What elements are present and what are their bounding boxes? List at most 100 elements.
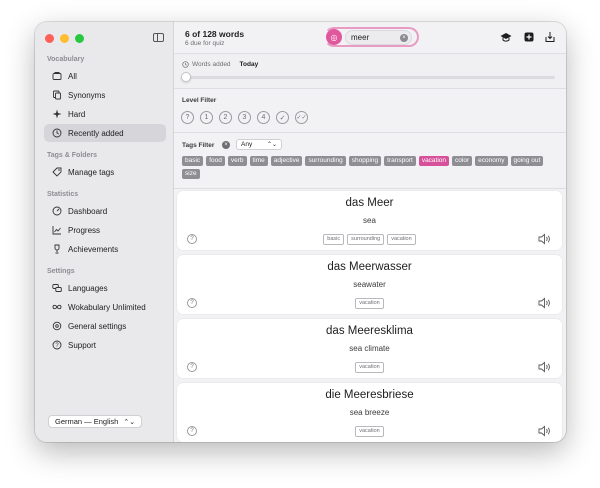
language-pair-value: German — English [55,417,119,426]
search-field[interactable]: × [345,30,412,45]
tag-filter-chip[interactable]: transport [384,156,416,166]
speech-bubbles-icon [52,283,62,293]
window-controls [45,34,84,43]
card-word: das Meeresklima [326,325,413,337]
tag-filter-chip[interactable]: surrounding [305,156,346,166]
tag-filter-chip[interactable]: size [182,169,200,179]
zoom-window-button[interactable] [75,34,84,43]
speaker-icon[interactable] [538,232,552,245]
tag-filter-chip[interactable]: food [206,156,225,166]
word-list: das Meer sea? basic surrounding vacation das … [174,189,566,442]
words-added-slider-track[interactable] [185,76,555,79]
level-2-icon[interactable]: 2 [219,111,232,124]
tag-filter-chip[interactable]: vacation [418,156,450,166]
sidebar-item-label: Manage tags [68,167,115,177]
section-tags-folders: Tags & Folders [47,152,98,159]
sidebar-item-manage-tags[interactable]: Manage tags [44,163,166,181]
card-tags: vacation [177,298,562,309]
card-word: das Meerwasser [327,261,412,273]
app-window: Vocabulary All Synonyms Hard Recently ad… [35,22,566,442]
trophy-icon [52,244,62,254]
toolbar: 6 of 128 words 6 due for quiz ◎ × [174,22,566,54]
plus-square-icon [524,32,534,42]
quiz-button[interactable] [500,31,512,43]
word-card[interactable]: das Meer sea? basic surrounding vacation [177,191,562,250]
card-word: das Meer [345,197,394,209]
level-4-icon[interactable]: 4 [257,111,270,124]
chevron-updown-icon: ⌃⌄ [266,142,277,148]
words-added-slider-knob[interactable] [181,72,191,82]
words-added-title: Words added [192,61,231,68]
sparkle-icon [52,109,62,119]
card-tags: vacation [177,426,562,437]
tags-mode-select[interactable]: Any ⌃⌄ [236,139,282,150]
sidebar-item-hard[interactable]: Hard [44,105,166,123]
level-filter: Level Filter ? 1 2 3 4 ✓ ✓✓ [174,89,566,133]
card-tag: vacation [355,298,384,309]
words-added-label: Words added Today [182,61,258,68]
sidebar-item-languages[interactable]: Languages [44,279,166,297]
level-3-icon[interactable]: 3 [238,111,251,124]
sidebar-item-general-settings[interactable]: General settings [44,317,166,335]
level-checkmark-icon[interactable]: ✓ [276,111,289,124]
sidebar-item-progress[interactable]: Progress [44,221,166,239]
sidebar-item-support[interactable]: ? Support [44,336,166,354]
word-card[interactable]: das Meeresklima sea climate? vacation [177,319,562,378]
tag-filter-chip[interactable]: economy [475,156,508,166]
sidebar-item-achievements[interactable]: Achievements [44,240,166,258]
question-circle-icon: ? [52,340,62,350]
speaker-icon[interactable] [538,360,552,373]
sidebar-item-wokabulary-unlimited[interactable]: Wokabulary Unlimited [44,298,166,316]
tag-filter-chip[interactable]: going out [510,156,544,166]
level-1-icon[interactable]: 1 [200,111,213,124]
tag-filter-chip[interactable]: time [249,156,268,166]
tags-filter-label: Tags Filter [182,142,215,149]
cards-icon [52,71,62,81]
tag-filter-chip[interactable]: color [452,156,473,166]
chevron-updown-icon: ⌃⌄ [123,418,136,426]
level-double-check-icon[interactable]: ✓✓ [295,111,308,124]
tag-filter-chip[interactable]: verb [227,156,247,166]
minimize-window-button[interactable] [60,34,69,43]
level-unknown-icon[interactable]: ? [181,111,194,124]
words-added-value: Today [239,61,259,68]
sidebar-toggle-icon[interactable] [153,33,164,42]
tag-filter-chip[interactable]: basic [182,156,204,166]
import-button[interactable] [544,31,556,43]
search-input[interactable] [351,33,399,42]
card-translation: sea climate [349,344,390,353]
add-word-button[interactable] [523,31,535,43]
sidebar-item-synonyms[interactable]: Synonyms [44,86,166,104]
sidebar-item-label: Languages [68,283,108,293]
sidebar-item-label: Recently added [68,128,124,138]
sidebar-item-all[interactable]: All [44,67,166,85]
tag-filter-chip[interactable]: adjective [270,156,303,166]
sidebar-item-label: Progress [68,225,101,235]
section-statistics: Statistics [47,191,79,198]
close-window-button[interactable] [45,34,54,43]
card-tag: surrounding [347,234,385,245]
search-mode-icon[interactable]: ◎ [326,29,342,45]
section-settings: Settings [47,268,75,275]
clear-tags-icon[interactable]: × [222,141,230,149]
sidebar-item-recently-added[interactable]: Recently added [44,124,166,142]
level-filter-options: ? 1 2 3 4 ✓ ✓✓ [181,111,308,124]
card-tags: vacation [177,362,562,373]
clock-icon [182,61,189,68]
tray-arrow-icon [545,32,555,42]
words-added-filter: Words added Today [174,54,566,89]
clear-search-icon[interactable]: × [400,34,408,42]
gear-icon [52,321,62,331]
word-card[interactable]: das Meerwasser seawater? vacation [177,255,562,314]
tag-filter-chip[interactable]: shopping [348,156,382,166]
speaker-icon[interactable] [538,296,552,309]
sidebar-item-label: Dashboard [68,206,108,216]
language-pair-select[interactable]: German — English ⌃⌄ [48,415,143,428]
infinity-icon [52,302,62,312]
speaker-icon[interactable] [538,424,552,437]
graduation-cap-icon [500,33,512,42]
copy-icon [52,90,62,100]
search-area: ◎ × [324,27,419,47]
sidebar-item-dashboard[interactable]: Dashboard [44,202,166,220]
word-card[interactable]: die Meeresbriese sea breeze? vacation [177,383,562,442]
